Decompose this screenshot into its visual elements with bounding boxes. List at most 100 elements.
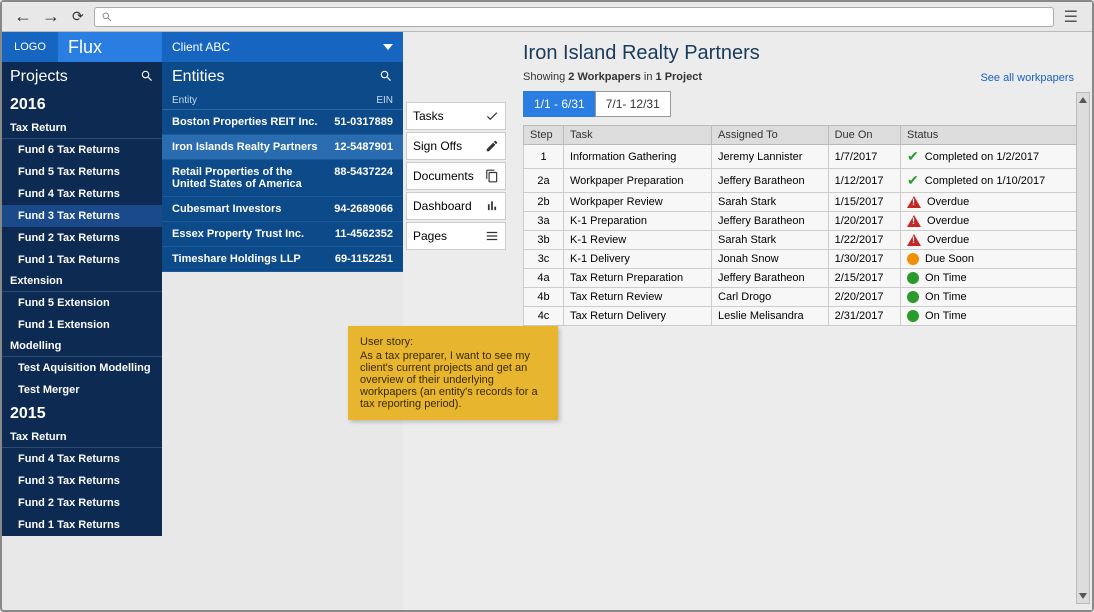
project-item[interactable]: Fund 5 Tax Returns: [2, 161, 162, 183]
table-row[interactable]: 3aK-1 PreparationJeffery Baratheon1/20/2…: [524, 212, 1078, 231]
status-text: Overdue: [927, 196, 969, 208]
project-item[interactable]: Fund 2 Tax Returns: [2, 492, 162, 514]
project-item[interactable]: Fund 3 Tax Returns: [2, 205, 162, 227]
entity-row[interactable]: Boston Properties REIT Inc.51-0317889: [162, 110, 403, 135]
cell-due: 2/20/2017: [828, 288, 900, 307]
on-time-icon: [907, 310, 919, 322]
project-item[interactable]: Fund 4 Tax Returns: [2, 448, 162, 470]
table-row[interactable]: 1Information GatheringJeremy Lannister1/…: [524, 145, 1078, 169]
date-tab[interactable]: 7/1- 12/31: [595, 91, 671, 117]
cell-due: 1/12/2017: [828, 169, 900, 193]
entities-col-entity: Entity: [172, 95, 197, 106]
cell-status: ✔Completed on 1/2/2017: [901, 145, 1078, 169]
page-title: Iron Island Realty Partners: [523, 42, 1078, 65]
cell-step: 1: [524, 145, 564, 169]
entity-row[interactable]: Cubesmart Investors94-2689066: [162, 197, 403, 222]
url-input[interactable]: [94, 7, 1054, 27]
project-item[interactable]: Fund 1 Extension: [2, 314, 162, 336]
menu-item-tasks[interactable]: Tasks: [406, 102, 506, 130]
entity-row[interactable]: Timeshare Holdings LLP69-1152251: [162, 247, 403, 272]
scroll-down-icon[interactable]: [1077, 589, 1089, 603]
main-pane: Tasks Sign OffsDocuments Dashboard Pages Ir…: [403, 32, 1092, 610]
status-text: On Time: [925, 310, 967, 322]
cell-assigned: Leslie Melisandra: [712, 307, 829, 326]
forward-icon[interactable]: →: [40, 6, 62, 27]
cell-task: Tax Return Delivery: [564, 307, 712, 326]
table-row[interactable]: 4aTax Return PreparationJeffery Baratheo…: [524, 269, 1078, 288]
entity-name: Retail Properties of the United States o…: [172, 166, 334, 190]
table-header: Task: [564, 126, 712, 145]
project-item[interactable]: Test Merger: [2, 379, 162, 401]
copy-icon: [485, 169, 499, 183]
cell-step: 4c: [524, 307, 564, 326]
projects-search-icon[interactable]: [140, 69, 154, 86]
project-item[interactable]: Fund 3 Tax Returns: [2, 470, 162, 492]
client-dropdown[interactable]: Client ABC: [162, 32, 403, 62]
entity-row[interactable]: Essex Property Trust Inc.11-4562352: [162, 222, 403, 247]
app-brand: Flux: [58, 32, 162, 62]
sticky-title: User story:: [360, 336, 546, 348]
entities-col-ein: EIN: [376, 95, 393, 106]
table-row[interactable]: 3bK-1 ReviewSarah Stark1/22/2017Overdue: [524, 231, 1078, 250]
menu-label: Tasks: [413, 109, 444, 123]
table-row[interactable]: 4cTax Return DeliveryLeslie Melisandra2/…: [524, 307, 1078, 326]
project-item[interactable]: Test Aquisition Modelling: [2, 357, 162, 379]
hamburger-icon[interactable]: ☰: [1060, 7, 1082, 27]
menu-item-sign-offs[interactable]: Sign Offs: [406, 132, 506, 160]
sticky-note: User story: As a tax preparer, I want to…: [348, 326, 558, 420]
cell-step: 2b: [524, 193, 564, 212]
entities-search-icon[interactable]: [379, 69, 393, 86]
entity-name: Essex Property Trust Inc.: [172, 228, 335, 240]
cell-due: 1/30/2017: [828, 250, 900, 269]
menu-item-dashboard[interactable]: Dashboard: [406, 192, 506, 220]
entity-ein: 11-4562352: [335, 228, 393, 240]
entity-name: Timeshare Holdings LLP: [172, 253, 335, 265]
cell-assigned: Carl Drogo: [712, 288, 829, 307]
project-category: Tax Return: [2, 427, 162, 448]
cell-status: Overdue: [901, 212, 1078, 231]
app-logo: LOGO: [2, 32, 58, 62]
back-icon[interactable]: ←: [12, 6, 34, 27]
menu-label: Pages: [413, 229, 447, 243]
table-row[interactable]: 2aWorkpaper PreparationJeffery Baratheon…: [524, 169, 1078, 193]
status-text: On Time: [925, 291, 967, 303]
cell-task: K-1 Delivery: [564, 250, 712, 269]
scroll-up-icon[interactable]: [1077, 93, 1089, 107]
cell-assigned: Jeffery Baratheon: [712, 269, 829, 288]
menu-item-documents[interactable]: Documents: [406, 162, 506, 190]
project-item[interactable]: Fund 5 Extension: [2, 292, 162, 314]
entity-ein: 12-5487901: [334, 141, 393, 153]
menu-item-pages[interactable]: Pages: [406, 222, 506, 250]
entity-row[interactable]: Retail Properties of the United States o…: [162, 160, 403, 197]
date-tab[interactable]: 1/1 - 6/31: [523, 91, 596, 117]
date-range-tabs: 1/1 - 6/317/1- 12/31: [523, 91, 1078, 117]
due-soon-icon: [907, 253, 919, 265]
table-row[interactable]: 4bTax Return ReviewCarl Drogo2/20/2017On…: [524, 288, 1078, 307]
cell-step: 3c: [524, 250, 564, 269]
entity-ein: 69-1152251: [335, 253, 393, 265]
tasks-table: StepTaskAssigned ToDue OnStatus 1Informa…: [523, 125, 1078, 326]
reload-icon[interactable]: ⟳: [68, 8, 88, 25]
cell-assigned: Sarah Stark: [712, 193, 829, 212]
year-header: 2016: [2, 92, 162, 118]
check-icon: ✔: [907, 172, 919, 189]
scrollbar[interactable]: [1076, 92, 1090, 604]
cell-step: 4b: [524, 288, 564, 307]
menu-label: Dashboard: [413, 199, 472, 213]
project-item[interactable]: Fund 1 Tax Returns: [2, 514, 162, 536]
project-item[interactable]: Fund 2 Tax Returns: [2, 227, 162, 249]
cell-task: Workpaper Preparation: [564, 169, 712, 193]
cell-status: Overdue: [901, 193, 1078, 212]
project-item[interactable]: Fund 6 Tax Returns: [2, 139, 162, 161]
project-item[interactable]: Fund 4 Tax Returns: [2, 183, 162, 205]
table-row[interactable]: 3cK-1 DeliveryJonah Snow1/30/2017Due Soo…: [524, 250, 1078, 269]
entity-row[interactable]: Iron Islands Realty Partners12-5487901: [162, 135, 403, 160]
see-all-workpapers-link[interactable]: See all workpapers: [980, 72, 1074, 84]
warning-icon: [907, 234, 921, 246]
warning-icon: [907, 196, 921, 208]
chevron-down-icon: [383, 44, 393, 50]
cell-assigned: Jonah Snow: [712, 250, 829, 269]
table-row[interactable]: 2bWorkpaper ReviewSarah Stark1/15/2017Ov…: [524, 193, 1078, 212]
project-item[interactable]: Fund 1 Tax Returns: [2, 249, 162, 271]
entity-name: Boston Properties REIT Inc.: [172, 116, 334, 128]
